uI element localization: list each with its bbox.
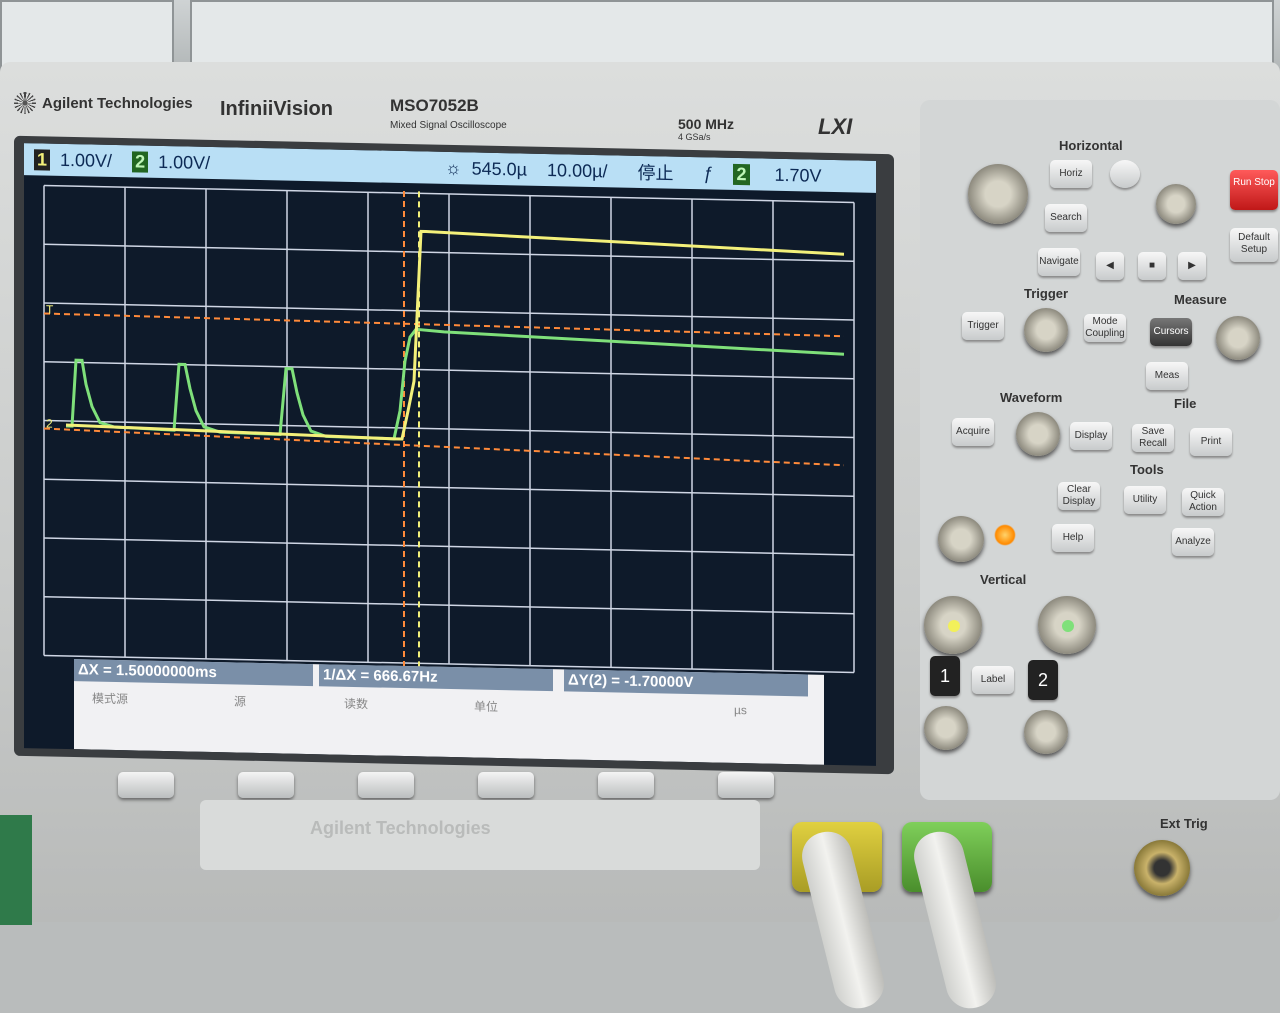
softkey-4[interactable]: [478, 772, 534, 798]
softkey-label: 模式源: [92, 691, 129, 707]
embossed-logo: Agilent Technologies: [310, 818, 491, 838]
quick-action-button[interactable]: Quick Action: [1182, 488, 1224, 516]
ch1-trace: [65, 229, 845, 441]
nav-back-button[interactable]: ◀: [1096, 252, 1124, 280]
model-subtitle: Mixed Signal Oscilloscope: [390, 120, 507, 131]
trigger-marker: T: [46, 303, 54, 317]
horizontal-scale-knob[interactable]: [968, 164, 1028, 224]
print-button[interactable]: Print: [1190, 428, 1232, 456]
bandwidth: 500 MHz: [678, 116, 735, 132]
softkey-5[interactable]: [598, 772, 654, 798]
softkey-3[interactable]: [358, 772, 414, 798]
lxi-logo: LXI: [818, 114, 853, 139]
run-stop-button[interactable]: Run Stop: [1230, 170, 1278, 210]
search-button[interactable]: Search: [1045, 204, 1087, 232]
agilent-logo-icon: [14, 92, 36, 114]
control-panel: Horizontal Horiz Search Navigate ◀ ■ ▶ D…: [920, 100, 1280, 800]
measure-section-title: Measure: [1170, 292, 1231, 307]
softkey-label: µs: [734, 702, 747, 718]
nav-forward-button[interactable]: ▶: [1178, 252, 1206, 280]
delta-y-readout: ΔY(2) = -1.70000V: [564, 669, 808, 697]
mode-coupling-button[interactable]: Mode Coupling: [1084, 314, 1126, 342]
intensity-knob[interactable]: [1016, 412, 1060, 456]
default-setup-button[interactable]: Default Setup: [1230, 228, 1278, 262]
ch1-button[interactable]: 1: [930, 656, 960, 696]
analyze-button[interactable]: Analyze: [1172, 528, 1214, 556]
softkey-1[interactable]: [118, 772, 174, 798]
inv-delta-x-readout: 1/ΔX = 666.67Hz: [319, 664, 553, 692]
tools-section-title: Tools: [1126, 462, 1168, 477]
horiz-button[interactable]: Horiz: [1050, 160, 1092, 188]
ch2-position-knob[interactable]: [1024, 710, 1068, 754]
acquire-button[interactable]: Acquire: [952, 418, 994, 446]
clear-display-button[interactable]: Clear Display: [1058, 482, 1100, 510]
cursors-button[interactable]: Cursors: [1150, 318, 1192, 346]
waveform-section-title: Waveform: [996, 390, 1067, 405]
ext-trig-label: Ext Trig: [1160, 816, 1208, 831]
cursors-knob[interactable]: [1216, 316, 1260, 360]
entry-knob[interactable]: [938, 516, 984, 562]
nav-stop-button[interactable]: ■: [1138, 252, 1166, 280]
vertical-section-title: Vertical: [976, 572, 1031, 587]
save-recall-button[interactable]: Save Recall: [1132, 424, 1174, 452]
file-section-title: File: [1170, 396, 1201, 411]
delta-x-readout: ΔX = 1.50000000ms: [74, 659, 313, 687]
model-number: MSO7052B: [390, 96, 479, 115]
meas-button[interactable]: Meas: [1146, 362, 1188, 390]
horizontal-section-title: Horizontal: [1055, 138, 1127, 153]
ch1-led-icon: [948, 620, 960, 632]
bottom-strip: Agilent Technologies: [200, 800, 760, 870]
label-button[interactable]: Label: [972, 666, 1014, 694]
brand-logo: Agilent Technologies: [14, 92, 193, 114]
zoom-button[interactable]: [1110, 160, 1140, 188]
utility-button[interactable]: Utility: [1124, 486, 1166, 514]
trigger-button[interactable]: Trigger: [962, 312, 1004, 340]
display-button[interactable]: Display: [1070, 422, 1112, 450]
softkey-2[interactable]: [238, 772, 294, 798]
pcb-board-icon: [0, 815, 32, 925]
horizontal-position-knob[interactable]: [1156, 184, 1196, 224]
ch2-led-icon: [1062, 620, 1074, 632]
sample-rate: 4 GSa/s: [678, 132, 711, 142]
series-name: InfiniiVision: [220, 98, 333, 120]
ch1-position-knob[interactable]: [924, 706, 968, 750]
ch2-button[interactable]: 2: [1028, 660, 1058, 700]
ext-trig-connector-icon: [1134, 840, 1190, 896]
help-button[interactable]: Help: [1052, 524, 1094, 552]
oscilloscope-screen: 1 1.00V/ 2 1.00V/ ☼ 545.0µ 10.00µ/ 停止 ƒ …: [24, 143, 876, 766]
softkey-label: 读数: [344, 696, 369, 712]
softkey-label: 源: [234, 694, 247, 709]
ch2-ground-marker: 2: [46, 417, 53, 431]
softkey-menu-bar: ΔX = 1.50000000ms 1/ΔX = 666.67Hz ΔY(2) …: [74, 659, 824, 765]
trigger-level-knob[interactable]: [1024, 308, 1068, 352]
softkey-label: 单位: [474, 699, 499, 715]
entry-indicator-light-icon: [994, 524, 1016, 546]
trigger-section-title: Trigger: [1020, 286, 1073, 301]
navigate-button[interactable]: Navigate: [1038, 248, 1080, 276]
softkey-6[interactable]: [718, 772, 774, 798]
brand-name: Agilent Technologies: [42, 94, 193, 112]
